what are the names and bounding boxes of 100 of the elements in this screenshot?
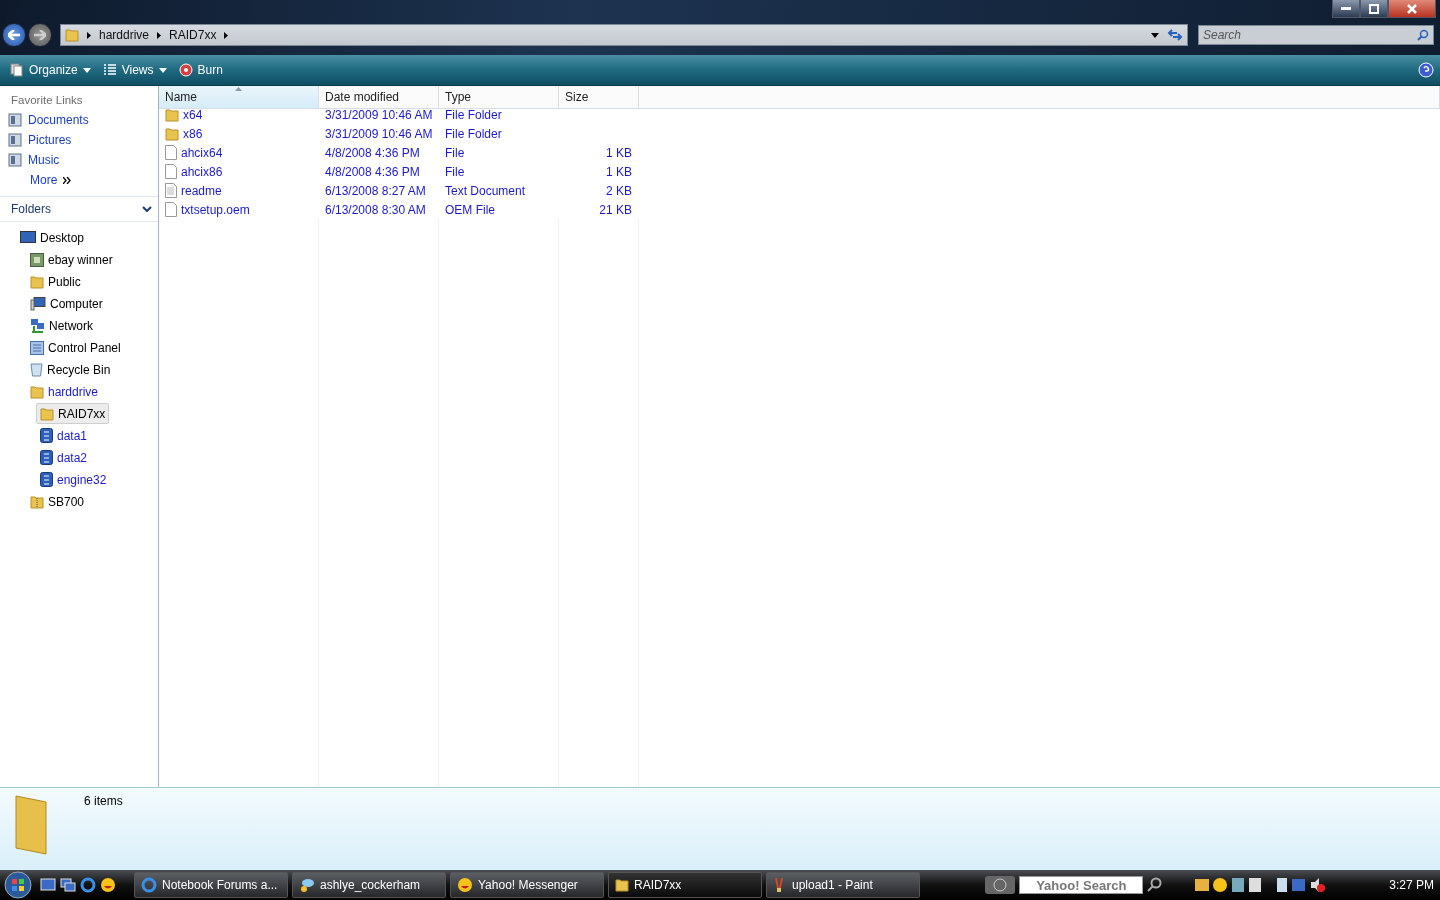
taskbar-button[interactable]: RAID7xx xyxy=(608,872,762,898)
favorite-link[interactable]: Documents xyxy=(0,110,158,130)
folder-tree-item[interactable]: Public xyxy=(26,271,85,292)
folder-tree-item[interactable]: Network xyxy=(26,315,97,336)
folder-tree-item[interactable]: harddrive xyxy=(26,381,103,402)
folder-tree-item[interactable]: Control Panel xyxy=(26,337,125,358)
folder-icon xyxy=(30,274,44,289)
file-name[interactable]: ahcix64 xyxy=(159,143,319,162)
forward-button[interactable] xyxy=(28,23,52,47)
chevron-icon xyxy=(87,31,91,39)
section-title: Folders xyxy=(11,202,51,216)
chevron-icon xyxy=(224,31,229,39)
file-icon xyxy=(165,164,177,179)
taskbar-button[interactable]: ashlye_cockerham xyxy=(292,872,446,898)
folder-icon xyxy=(30,384,44,399)
desktop-icon[interactable] xyxy=(40,878,56,892)
library-icon xyxy=(8,133,22,147)
disc-icon xyxy=(178,63,193,77)
cabinet-icon xyxy=(40,450,53,465)
table-cell-text: 4/8/2008 4:36 PM xyxy=(324,144,421,162)
folder-icon xyxy=(165,107,179,122)
double-chevron-icon xyxy=(63,176,72,184)
search-icon xyxy=(1417,29,1429,41)
chevron-icon xyxy=(157,31,162,39)
recycle-bin-icon xyxy=(30,362,43,377)
column-header[interactable]: Type xyxy=(439,86,559,109)
favorite-link[interactable]: Pictures xyxy=(0,130,158,150)
table-cell-text: OEM File xyxy=(444,201,496,219)
network-icon xyxy=(30,318,45,333)
taskbar-button[interactable]: upload1 - Paint xyxy=(766,872,920,898)
minimize-icon xyxy=(1341,6,1351,11)
folders-header[interactable]: Folders xyxy=(0,196,158,222)
minimize-button[interactable] xyxy=(1332,0,1360,18)
section-title: Favorite Links xyxy=(10,93,84,108)
folder-tree-item[interactable]: engine32 xyxy=(36,469,111,490)
sort-arrow-icon xyxy=(235,87,242,91)
cabinet-icon xyxy=(40,428,53,443)
chevron-down-icon xyxy=(142,206,152,212)
windows-icon[interactable] xyxy=(60,878,76,892)
folder-icon xyxy=(615,878,629,892)
table-cell-text: 6/13/2008 8:27 AM xyxy=(324,182,427,200)
smiley-icon xyxy=(457,877,473,893)
forward-arrow-icon xyxy=(34,30,46,40)
table-cell-text: 4/8/2008 4:36 PM xyxy=(324,163,421,181)
table-cell-text: 2 KB xyxy=(605,182,633,200)
table-cell-text: 1 KB xyxy=(605,163,633,181)
search-field[interactable]: Yahoo! Search xyxy=(1019,876,1144,894)
file-name[interactable]: txtsetup.oem xyxy=(159,200,319,219)
browser-icon xyxy=(141,877,157,893)
folder-tree-item[interactable]: data1 xyxy=(36,425,92,446)
folder-tree-item[interactable]: Desktop xyxy=(16,227,89,248)
breadcrumb[interactable]: RAID7xx xyxy=(169,28,217,42)
address-bar[interactable]: harddrive RAID7xx xyxy=(60,24,1188,46)
list-view-icon xyxy=(102,63,117,77)
folder-tree-item[interactable]: Recycle Bin xyxy=(26,359,115,380)
search-icon[interactable] xyxy=(1147,877,1164,893)
table-cell-text: 3/31/2009 10:46 AM xyxy=(324,106,434,124)
refresh-icon[interactable] xyxy=(1167,28,1183,42)
file-icon xyxy=(165,202,177,217)
favorite-link[interactable]: Music xyxy=(0,150,158,170)
help-icon[interactable] xyxy=(1418,62,1434,78)
pages-icon xyxy=(10,63,24,77)
folder-tree-item[interactable]: Computer xyxy=(26,293,107,314)
toolbar-button[interactable]: Burn xyxy=(174,61,227,79)
column-header[interactable]: Name xyxy=(159,86,319,109)
close-button[interactable] xyxy=(1388,0,1436,18)
back-button[interactable] xyxy=(2,23,26,47)
folder-tree-item[interactable]: data2 xyxy=(36,447,92,468)
table-cell-text: 1 KB xyxy=(605,144,633,162)
more-link[interactable]: More xyxy=(0,170,158,190)
toolbar-button[interactable]: Organize xyxy=(6,61,95,79)
column-header[interactable]: Date modified xyxy=(319,86,439,109)
folder-tree-item[interactable]: ebay winner xyxy=(26,249,117,270)
picture-icon xyxy=(30,252,44,267)
search-field[interactable]: Search xyxy=(1198,25,1434,45)
caret-icon xyxy=(82,67,91,73)
restore-button[interactable] xyxy=(1360,0,1388,18)
table-cell-text: File Folder xyxy=(444,106,503,124)
table-cell-text: 21 KB xyxy=(598,201,633,219)
back-arrow-icon xyxy=(8,30,20,40)
item-count: 6 items xyxy=(84,794,123,810)
file-name[interactable]: readme xyxy=(159,181,319,200)
close-icon xyxy=(1407,3,1417,14)
taskbar-button[interactable]: Yahoo! Messenger xyxy=(450,872,604,898)
file-name[interactable]: x86 xyxy=(159,124,319,143)
caret-icon xyxy=(158,67,167,73)
folder-tree-item[interactable]: RAID7xx xyxy=(36,403,110,424)
dropdown-icon[interactable] xyxy=(1151,32,1159,38)
toolbar-button[interactable]: Views xyxy=(98,61,171,79)
table-cell-text: 6/13/2008 8:30 AM xyxy=(324,201,427,219)
breadcrumb[interactable]: harddrive xyxy=(99,28,150,42)
file-icon xyxy=(165,145,177,160)
folder-icon xyxy=(65,28,79,42)
table-cell-text: 3/31/2009 10:46 AM xyxy=(324,125,434,143)
table-cell-text: File xyxy=(444,163,466,181)
browser-icon xyxy=(80,877,96,893)
taskbar-button[interactable]: Notebook Forums a... xyxy=(134,872,288,898)
folder-tree-item[interactable]: SB700 xyxy=(26,491,89,512)
column-header[interactable]: Size xyxy=(559,86,639,109)
file-name[interactable]: ahcix86 xyxy=(159,162,319,181)
